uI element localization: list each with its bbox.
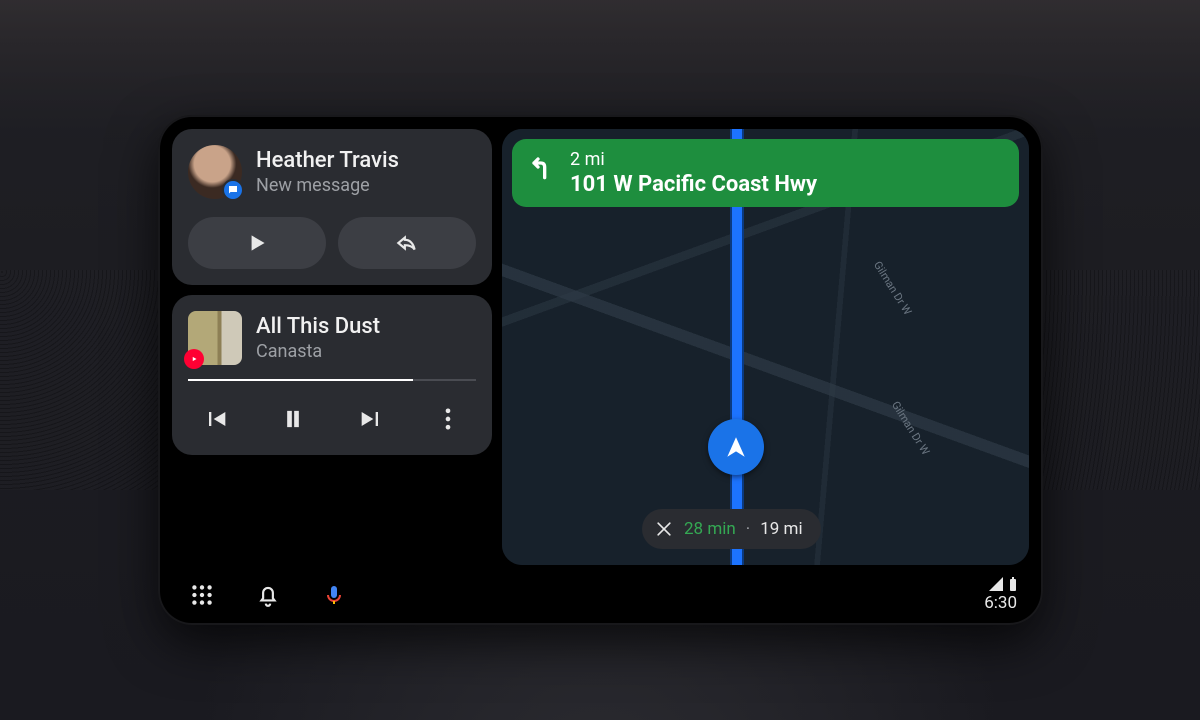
eta-time: 28 min [684, 519, 736, 539]
direction-road: 101 W Pacific Coast Hwy [570, 172, 817, 197]
current-location-marker [708, 419, 764, 475]
battery-icon [1009, 577, 1017, 591]
turn-left-icon [526, 151, 558, 183]
app-launcher-button[interactable] [184, 577, 220, 613]
eta-distance: 19 mi [760, 519, 802, 539]
pause-button[interactable] [273, 399, 313, 439]
avatar [188, 145, 242, 199]
signal-icon [989, 577, 1005, 591]
reply-button[interactable] [338, 217, 476, 269]
notifications-button[interactable] [250, 577, 286, 613]
eta-chip[interactable]: 28 min · 19 mi [642, 509, 821, 549]
track-artist: Canasta [256, 341, 380, 362]
playback-progress[interactable] [188, 379, 476, 381]
navigation-map[interactable]: Gilman Dr W Gilman Dr W 2 mi 101 W Pacif… [502, 129, 1029, 565]
previous-track-button[interactable] [196, 399, 236, 439]
message-notification-card[interactable]: Heather Travis New message [172, 129, 492, 285]
eta-separator: · [746, 519, 750, 539]
next-track-button[interactable] [351, 399, 391, 439]
play-message-button[interactable] [188, 217, 326, 269]
media-player-card[interactable]: All This Dust Canasta [172, 295, 492, 455]
close-icon[interactable] [654, 519, 674, 539]
clock: 6:30 [984, 593, 1017, 613]
more-options-button[interactable] [428, 399, 468, 439]
direction-distance: 2 mi [570, 149, 817, 170]
youtube-music-icon [184, 349, 204, 369]
messages-app-icon [222, 179, 244, 201]
system-bar: 6:30 [172, 565, 1029, 625]
track-title: All This Dust [256, 314, 380, 339]
voice-assistant-button[interactable] [316, 577, 352, 613]
message-sender: Heather Travis [256, 148, 399, 173]
infotainment-screen: Heather Travis New message [158, 115, 1043, 625]
album-art [188, 311, 242, 365]
direction-banner[interactable]: 2 mi 101 W Pacific Coast Hwy [512, 139, 1019, 207]
message-subtitle: New message [256, 175, 399, 196]
